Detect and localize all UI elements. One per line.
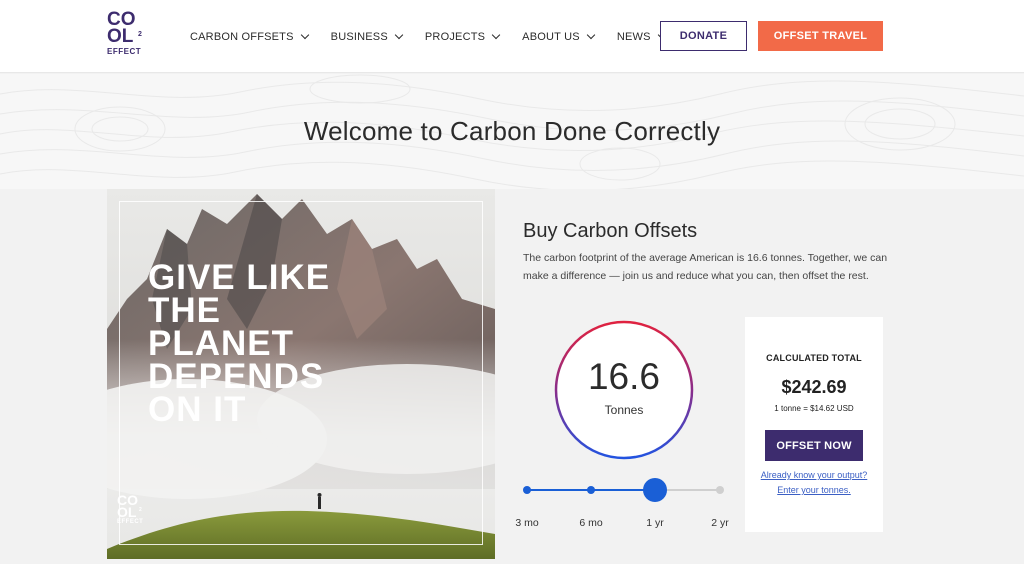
know-output-link[interactable]: Already know your output? (745, 470, 883, 480)
site-header: CO OL 2 EFFECT CARBON OFFSETS BUSINESS P… (0, 0, 1024, 73)
page-title: Welcome to Carbon Done Correctly (303, 116, 721, 146)
image-logo-effect: EFFECT (117, 519, 144, 525)
slider-handle[interactable] (643, 478, 667, 502)
slider-option-label[interactable]: 3 mo (515, 517, 538, 529)
slider-option-label[interactable]: 6 mo (579, 517, 602, 529)
image-logo: CO OL 2 EFFECT (117, 493, 144, 525)
chevron-down-icon (586, 30, 596, 40)
nav-item-label: PROJECTS (424, 31, 486, 43)
price-per-tonne: 1 tonne = $14.62 USD (774, 404, 854, 413)
slider-stop[interactable] (587, 486, 595, 494)
chevron-down-icon (300, 30, 309, 40)
calculated-total-card: CALCULATED TOTAL $242.69 1 tonne = $14.6… (745, 317, 883, 532)
hero-banner: Welcome to Carbon Done Correctly (0, 74, 1024, 189)
campaign-image: GIVE LIKE THE PLANET DEPENDS ON IT CO OL… (107, 189, 495, 559)
section-description: The carbon footprint of the average Amer… (523, 252, 888, 282)
calculated-total-value: $242.69 (781, 377, 847, 397)
nav-item-label: ABOUT US (522, 31, 580, 43)
slider-option-label[interactable]: 2 yr (711, 517, 729, 529)
nav-item-label: BUSINESS (330, 31, 388, 43)
nav-item-about-us[interactable]: ABOUT US (522, 29, 596, 45)
tonnes-unit: Tonnes (604, 403, 644, 417)
cool-effect-logo[interactable]: CO OL 2 EFFECT (107, 10, 147, 61)
main-nav: CARBON OFFSETS BUSINESS PROJECTS ABOUT U… (190, 29, 688, 45)
donate-button[interactable]: DONATE (660, 21, 747, 51)
offset-travel-button[interactable]: OFFSET TRAVEL (758, 21, 883, 51)
logo-effect-text: EFFECT (107, 47, 142, 56)
nav-item-carbon-offsets[interactable]: CARBON OFFSETS (190, 29, 309, 45)
tonnes-value: 16.6 (587, 356, 660, 397)
image-logo-superscript: 2 (139, 507, 142, 513)
chevron-down-icon (491, 30, 501, 40)
section-title: Buy Carbon Offsets (523, 220, 698, 242)
calculated-total-label: CALCULATED TOTAL (766, 353, 862, 363)
slider-option-label[interactable]: 1 yr (646, 517, 664, 529)
nav-item-label: NEWS (616, 31, 651, 43)
logo-superscript: 2 (138, 31, 142, 38)
chevron-down-icon (394, 30, 404, 40)
duration-slider[interactable] (515, 474, 735, 504)
slider-stop[interactable] (716, 486, 724, 494)
campaign-slogan: GIVE LIKE THE PLANET DEPENDS ON IT (148, 258, 331, 429)
enter-tonnes-link[interactable]: Enter your tonnes. (745, 485, 883, 495)
offset-now-button[interactable]: OFFSET NOW (765, 430, 863, 461)
nav-item-projects[interactable]: PROJECTS (424, 29, 501, 45)
main-content: GIVE LIKE THE PLANET DEPENDS ON IT CO OL… (0, 189, 1024, 564)
nav-item-news[interactable]: NEWS (616, 29, 666, 45)
nav-item-label: CARBON OFFSETS (190, 31, 294, 43)
slider-stop[interactable] (523, 486, 531, 494)
nav-item-business[interactable]: BUSINESS (330, 29, 404, 45)
